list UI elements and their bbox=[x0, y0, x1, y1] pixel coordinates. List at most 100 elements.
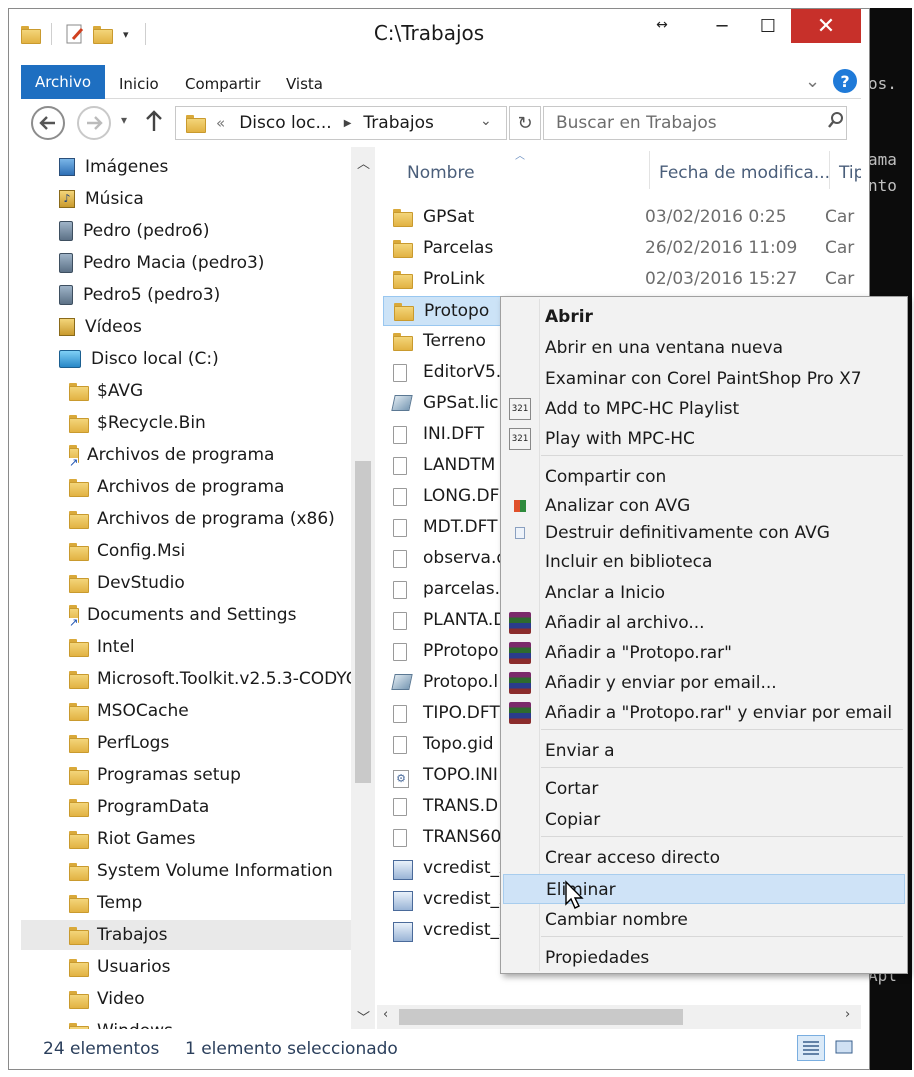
menu-item[interactable]: Propiedades bbox=[503, 943, 905, 973]
file-row[interactable]: Parcelas 26/02/2016 11:09 Car bbox=[383, 234, 854, 264]
nav-scrollbar[interactable]: ︿ ﹀ bbox=[351, 147, 375, 1029]
nav-item[interactable]: Vídeos bbox=[21, 312, 375, 342]
tab-compartir[interactable]: Compartir bbox=[185, 75, 260, 93]
nav-item[interactable]: Usuarios bbox=[21, 952, 375, 982]
column-divider[interactable] bbox=[649, 151, 650, 189]
large-icons-view-icon bbox=[835, 1040, 853, 1054]
expand-ribbon-icon[interactable]: ⌄ bbox=[805, 71, 820, 92]
nav-item[interactable]: Archivos de programa (x86) bbox=[21, 504, 375, 534]
nav-item[interactable]: Disco local (C:) bbox=[21, 344, 375, 374]
address-bar[interactable]: « Disco loc... ▶ Trabajos ⌄ bbox=[175, 106, 507, 140]
nav-item[interactable]: System Volume Information bbox=[21, 856, 375, 886]
nav-item[interactable]: Config.Msi bbox=[21, 536, 375, 566]
file-horizontal-scrollbar[interactable]: ‹ › bbox=[377, 1005, 861, 1029]
menu-item[interactable]: Anclar a Inicio bbox=[503, 578, 905, 608]
nav-item[interactable]: Imágenes bbox=[21, 152, 375, 182]
customize-toolbar-icon[interactable]: ▾ bbox=[123, 21, 129, 47]
tab-archivo[interactable]: Archivo bbox=[21, 65, 105, 99]
tab-vista[interactable]: Vista bbox=[286, 75, 323, 93]
menu-item[interactable]: Añadir al archivo... bbox=[503, 608, 905, 638]
menu-item[interactable]: Copiar bbox=[503, 805, 905, 835]
column-header-fecha[interactable]: Fecha de modifica... bbox=[659, 163, 830, 183]
nav-item[interactable]: Programas setup bbox=[21, 760, 375, 790]
sort-indicator-icon: ︿ bbox=[515, 151, 525, 162]
up-button[interactable] bbox=[145, 109, 163, 138]
chevron-right-icon[interactable]: ▶ bbox=[344, 118, 352, 129]
close-button[interactable]: ✕ bbox=[791, 9, 861, 43]
menu-item[interactable]: Añadir a "Protopo.rar" bbox=[503, 638, 905, 668]
nav-item[interactable]: Temp bbox=[21, 888, 375, 918]
menu-item[interactable]: Enviar a bbox=[503, 736, 905, 766]
nav-item[interactable]: Microsoft.Toolkit.v2.5.3-CODYO bbox=[21, 664, 375, 694]
new-folder-icon[interactable] bbox=[93, 21, 113, 47]
nav-item-label: $AVG bbox=[97, 381, 144, 401]
nav-item-label: Pedro (pedro6) bbox=[83, 221, 210, 241]
menu-item[interactable]: Añadir a "Protopo.rar" y enviar por emai… bbox=[503, 698, 905, 728]
menu-item[interactable]: Abrir bbox=[503, 302, 905, 332]
folder-icon bbox=[393, 240, 413, 258]
properties-icon[interactable] bbox=[65, 21, 85, 47]
column-header-nombre[interactable]: Nombre bbox=[407, 163, 475, 183]
maximize-button[interactable]: ☐ bbox=[745, 9, 791, 43]
back-button[interactable] bbox=[31, 106, 65, 140]
menu-item[interactable]: Compartir con bbox=[503, 462, 905, 492]
nav-item[interactable]: Archivos de programa bbox=[21, 472, 375, 502]
scroll-up-icon[interactable]: ︿ bbox=[357, 153, 370, 172]
nav-item[interactable]: $AVG bbox=[21, 376, 375, 406]
file-row[interactable]: GPSat 03/02/2016 0:25 Car bbox=[383, 203, 854, 233]
refresh-button[interactable]: ↻ bbox=[509, 106, 541, 140]
nav-scroll-thumb[interactable] bbox=[355, 461, 371, 783]
menu-item[interactable]: Destruir definitivamente con AVG bbox=[503, 518, 905, 548]
minimize-button[interactable]: ─ bbox=[699, 9, 745, 43]
scroll-right-icon[interactable]: › bbox=[845, 1007, 850, 1022]
nav-item[interactable]: Windows bbox=[21, 1016, 375, 1029]
nav-item[interactable]: DevStudio bbox=[21, 568, 375, 598]
breadcrumb-trabajos[interactable]: Trabajos bbox=[363, 113, 433, 133]
column-header-tipo[interactable]: Tipo bbox=[839, 163, 861, 183]
nav-item[interactable]: Pedro Macia (pedro3) bbox=[21, 248, 375, 278]
menu-item[interactable]: Añadir y enviar por email... bbox=[503, 668, 905, 698]
nav-item[interactable]: Riot Games bbox=[21, 824, 375, 854]
forward-button[interactable] bbox=[77, 106, 111, 140]
nav-item[interactable]: Intel bbox=[21, 632, 375, 662]
nav-item[interactable]: $Recycle.Bin bbox=[21, 408, 375, 438]
nav-item[interactable]: ProgramData bbox=[21, 792, 375, 822]
file-row[interactable]: ProLink 02/03/2016 15:27 Car bbox=[383, 265, 854, 295]
menu-item[interactable]: Cortar bbox=[503, 774, 905, 804]
menu-item[interactable]: Incluir en biblioteca bbox=[503, 547, 905, 577]
nav-item[interactable]: PerfLogs bbox=[21, 728, 375, 758]
breadcrumb-disco-local[interactable]: Disco loc... bbox=[239, 113, 332, 133]
menu-item[interactable]: 321 Add to MPC-HC Playlist bbox=[503, 394, 905, 424]
scroll-down-icon[interactable]: ﹀ bbox=[357, 1007, 370, 1026]
nav-item[interactable]: ♪ Música bbox=[21, 184, 375, 214]
tab-inicio[interactable]: Inicio bbox=[119, 75, 159, 93]
address-dropdown-icon[interactable]: ⌄ bbox=[480, 113, 492, 129]
menu-item[interactable]: Analizar con AVG bbox=[503, 491, 905, 521]
search-icon[interactable] bbox=[827, 111, 845, 134]
license-file-icon bbox=[391, 395, 413, 411]
menu-item[interactable]: 321 Play with MPC-HC bbox=[503, 424, 905, 454]
nav-item[interactable]: Pedro5 (pedro3) bbox=[21, 280, 375, 310]
file-name: Terreno bbox=[423, 331, 486, 351]
nav-item[interactable]: ↗ Documents and Settings bbox=[21, 600, 375, 630]
folder-icon[interactable] bbox=[21, 26, 41, 44]
nav-item[interactable]: Video bbox=[21, 984, 375, 1014]
menu-item[interactable]: Crear acceso directo bbox=[503, 843, 905, 873]
nav-item[interactable]: ↗ Archivos de programa bbox=[21, 440, 375, 470]
nav-item[interactable]: MSOCache bbox=[21, 696, 375, 726]
menu-item[interactable]: Examinar con Corel PaintShop Pro X7 bbox=[503, 364, 905, 394]
address-overflow[interactable]: « bbox=[216, 114, 225, 132]
menu-item[interactable]: Abrir en una ventana nueva bbox=[503, 333, 905, 363]
horizontal-scroll-thumb[interactable] bbox=[399, 1009, 683, 1025]
search-input[interactable]: Buscar en Trabajos bbox=[543, 106, 847, 140]
details-view-button[interactable] bbox=[797, 1035, 825, 1061]
nav-item[interactable]: Pedro (pedro6) bbox=[21, 216, 375, 246]
recent-locations-button[interactable]: ▾ bbox=[121, 113, 127, 127]
mouse-cursor-icon bbox=[565, 880, 584, 909]
nav-item[interactable]: Trabajos bbox=[21, 920, 375, 950]
large-icons-view-button[interactable] bbox=[833, 1037, 855, 1057]
help-icon[interactable]: ? bbox=[833, 69, 857, 93]
column-divider[interactable] bbox=[829, 151, 830, 189]
videos-icon bbox=[59, 318, 75, 336]
scroll-left-icon[interactable]: ‹ bbox=[383, 1007, 388, 1022]
